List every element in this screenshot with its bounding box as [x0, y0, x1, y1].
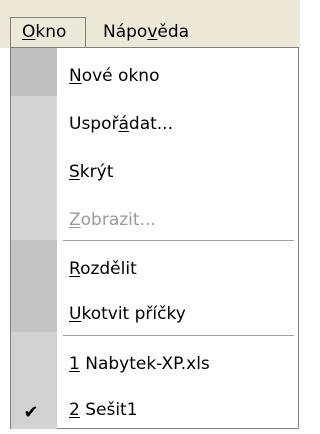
menu-okno-access-key: O	[22, 22, 36, 42]
menu-item-usporadat[interactable]: Uspořádat...	[57, 100, 298, 148]
menu-napoveda-label-end: ěda	[157, 22, 190, 42]
menu-separator	[63, 240, 294, 242]
menu-item-label: Rozdělit	[69, 259, 137, 279]
menu-item-label: Zobrazit...	[69, 210, 156, 230]
menu-item-label: Nové okno	[69, 66, 160, 86]
menu-separator	[63, 335, 294, 337]
menu-napoveda-label-start: Nápo	[103, 22, 148, 42]
menu-item-ukotvit-pricky[interactable]: Ukotvit příčky	[57, 290, 298, 338]
menu-item-skryt[interactable]: Skrýt	[57, 148, 298, 196]
menu-item-nove-okno[interactable]: Nové okno	[57, 52, 298, 100]
menu-item-label: 1 Nabytek-XP.xls	[69, 354, 210, 374]
menu-item-rozdelit[interactable]: Rozdělit	[57, 245, 298, 293]
menu-icon-gutter	[11, 48, 57, 429]
menu-item-window-1[interactable]: 1 Nabytek-XP.xls	[57, 340, 298, 388]
menu-item-label: 2 Sešit1	[69, 400, 138, 420]
gutter-band	[11, 48, 57, 96]
menu-item-label: Skrýt	[69, 162, 114, 182]
gutter-band	[11, 96, 57, 240]
menu-item-label: Ukotvit příčky	[69, 304, 186, 324]
menu-bar: Okno Nápověda	[0, 0, 300, 48]
menu-item-label: Uspořádat...	[69, 114, 173, 134]
menu-napoveda-access-key: v	[147, 22, 158, 42]
gutter-band	[11, 240, 57, 332]
menu-okno[interactable]: Okno	[10, 17, 86, 47]
checkmark-icon: ✔	[23, 402, 39, 423]
menu-okno-label: kno	[35, 22, 67, 42]
okno-dropdown-menu: Nové okno Uspořádat... Skrýt Zobrazit...…	[10, 47, 299, 429]
menu-item-window-2[interactable]: 2 Sešit1	[57, 386, 298, 434]
menu-item-zobrazit: Zobrazit...	[57, 196, 298, 244]
menu-napoveda[interactable]: Nápověda	[92, 17, 200, 47]
